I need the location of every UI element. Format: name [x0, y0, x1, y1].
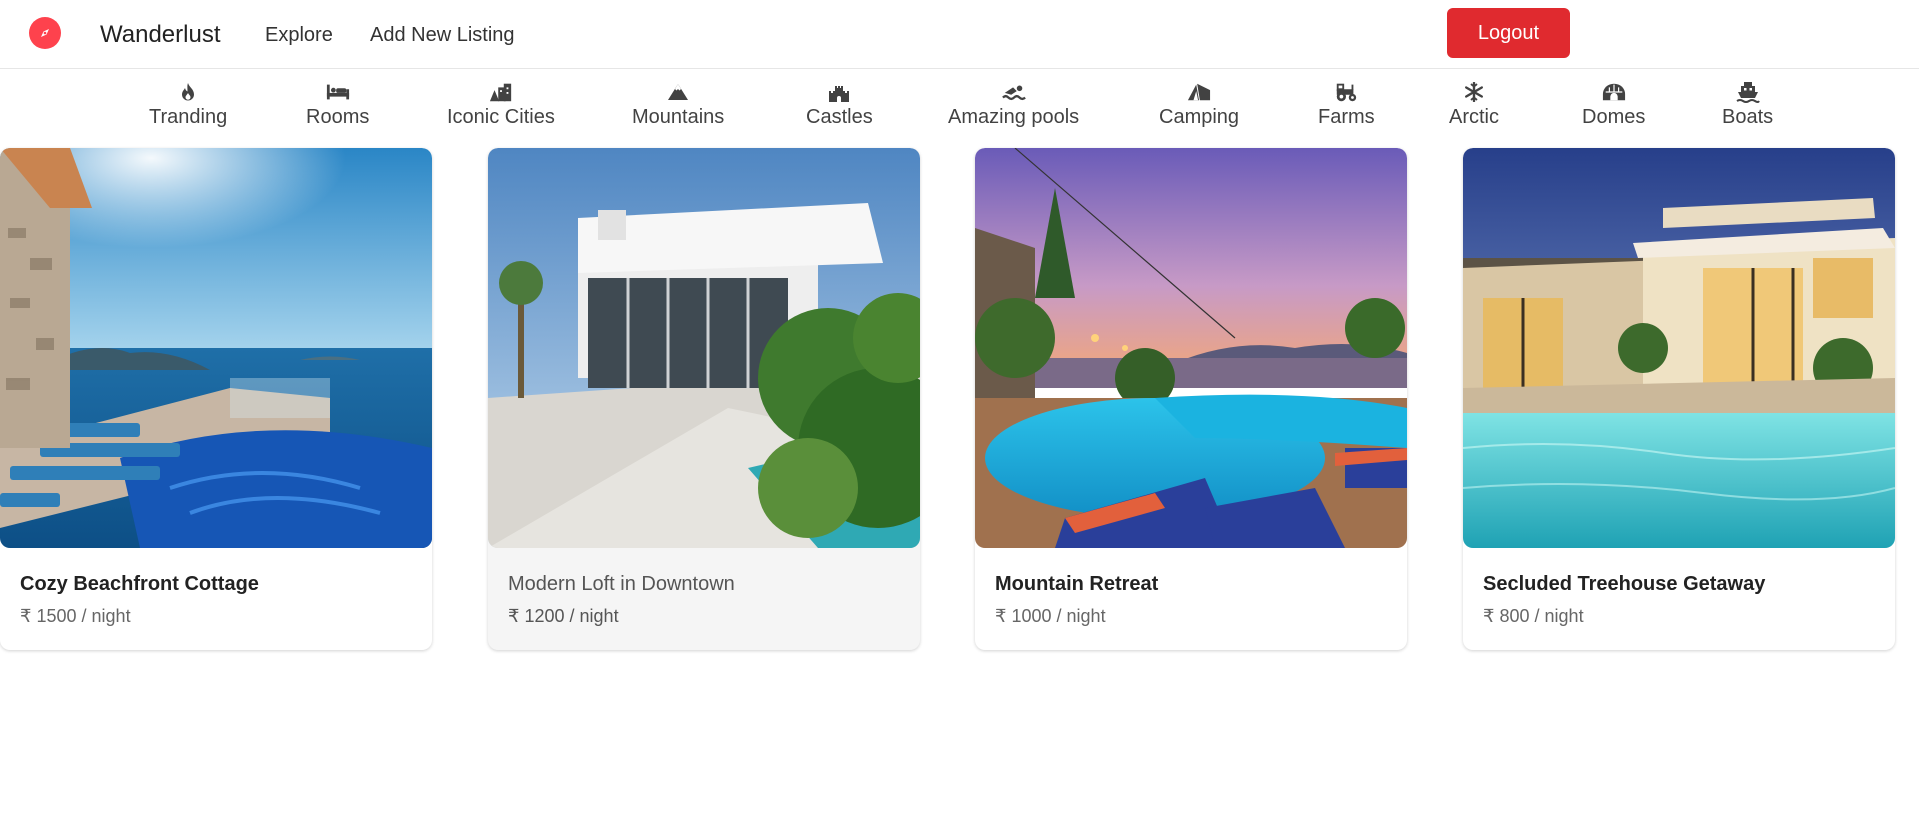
filter-label: Iconic Cities: [447, 106, 555, 128]
listing-image[interactable]: [975, 148, 1407, 548]
snowflake-icon: [1462, 80, 1486, 104]
listing-price: ₹ 1500 / night: [20, 605, 131, 627]
filter-label: Camping: [1159, 106, 1240, 128]
price-amount: 1500: [36, 606, 77, 626]
explore-link[interactable]: Explore: [265, 23, 333, 47]
bed-icon: [326, 80, 350, 104]
brand-name[interactable]: Wanderlust: [100, 21, 221, 49]
tractor-icon: [1334, 80, 1358, 104]
currency-symbol: ₹: [1483, 606, 1495, 626]
listing-card[interactable]: Cozy Beachfront Cottage ₹ 1500 / night: [0, 148, 432, 650]
filter-label: Boats: [1722, 106, 1774, 128]
filter-label: Domes: [1582, 106, 1646, 128]
filter-rooms[interactable]: Rooms: [306, 80, 369, 129]
filter-label: Amazing pools: [948, 106, 1080, 128]
price-amount: 1200: [524, 606, 565, 626]
filter-farms[interactable]: Farms: [1318, 80, 1375, 129]
tent-icon: [1187, 80, 1211, 104]
listing-price: ₹ 1000 / night: [995, 605, 1106, 627]
currency-symbol: ₹: [508, 606, 520, 626]
filter-label: Mountains: [632, 106, 725, 128]
filter-boats[interactable]: Boats: [1722, 80, 1773, 129]
listing-price: ₹ 1200 / night: [508, 605, 619, 627]
mountain-icon: [666, 80, 690, 104]
listing-title[interactable]: Modern Loft in Downtown: [508, 572, 735, 596]
filter-label: Farms: [1318, 106, 1375, 128]
city-icon: [489, 80, 513, 104]
filter-amazing-pools[interactable]: Amazing pools: [948, 80, 1079, 129]
price-unit: / night: [569, 606, 619, 626]
navbar: Wanderlust Explore Add New Listing Logou…: [0, 0, 1919, 69]
listing-title[interactable]: Cozy Beachfront Cottage: [20, 572, 259, 596]
price-amount: 1000: [1011, 606, 1052, 626]
filter-label: Arctic: [1449, 106, 1499, 128]
castle-icon: [827, 80, 851, 104]
add-new-listing-link[interactable]: Add New Listing: [370, 23, 515, 47]
currency-symbol: ₹: [995, 606, 1007, 626]
listing-card[interactable]: Modern Loft in Downtown ₹ 1200 / night: [488, 148, 920, 650]
price-unit: / night: [81, 606, 131, 626]
filter-arctic[interactable]: Arctic: [1449, 80, 1499, 129]
compass-icon[interactable]: [29, 17, 61, 49]
filter-domes[interactable]: Domes: [1582, 80, 1645, 129]
listing-card[interactable]: Mountain Retreat ₹ 1000 / night: [975, 148, 1407, 650]
swimmer-icon: [1001, 80, 1026, 104]
category-filters: Tranding Rooms Iconic Cities Mountains C…: [0, 70, 1919, 150]
listing-title[interactable]: Secluded Treehouse Getaway: [1483, 572, 1765, 596]
igloo-icon: [1602, 80, 1626, 104]
currency-symbol: ₹: [20, 606, 32, 626]
logout-button[interactable]: Logout: [1447, 8, 1570, 58]
filter-label: Castles: [806, 106, 873, 128]
listing-price: ₹ 800 / night: [1483, 605, 1584, 627]
filter-iconic-cities[interactable]: Iconic Cities: [447, 80, 555, 129]
price-unit: / night: [1534, 606, 1584, 626]
listing-card[interactable]: Secluded Treehouse Getaway ₹ 800 / night: [1463, 148, 1895, 650]
filter-mountains[interactable]: Mountains: [632, 80, 724, 129]
filter-label: Rooms: [306, 106, 370, 128]
ferry-icon: [1736, 80, 1760, 104]
filter-tranding[interactable]: Tranding: [149, 80, 227, 129]
listing-image[interactable]: [1463, 148, 1895, 548]
price-unit: / night: [1056, 606, 1106, 626]
listing-image[interactable]: [488, 148, 920, 548]
listing-title[interactable]: Mountain Retreat: [995, 572, 1158, 596]
filter-label: Tranding: [149, 106, 228, 128]
fire-icon: [176, 80, 200, 104]
listing-image[interactable]: [0, 148, 432, 548]
filter-castles[interactable]: Castles: [806, 80, 873, 129]
filter-camping[interactable]: Camping: [1159, 80, 1239, 129]
price-amount: 800: [1499, 606, 1530, 626]
